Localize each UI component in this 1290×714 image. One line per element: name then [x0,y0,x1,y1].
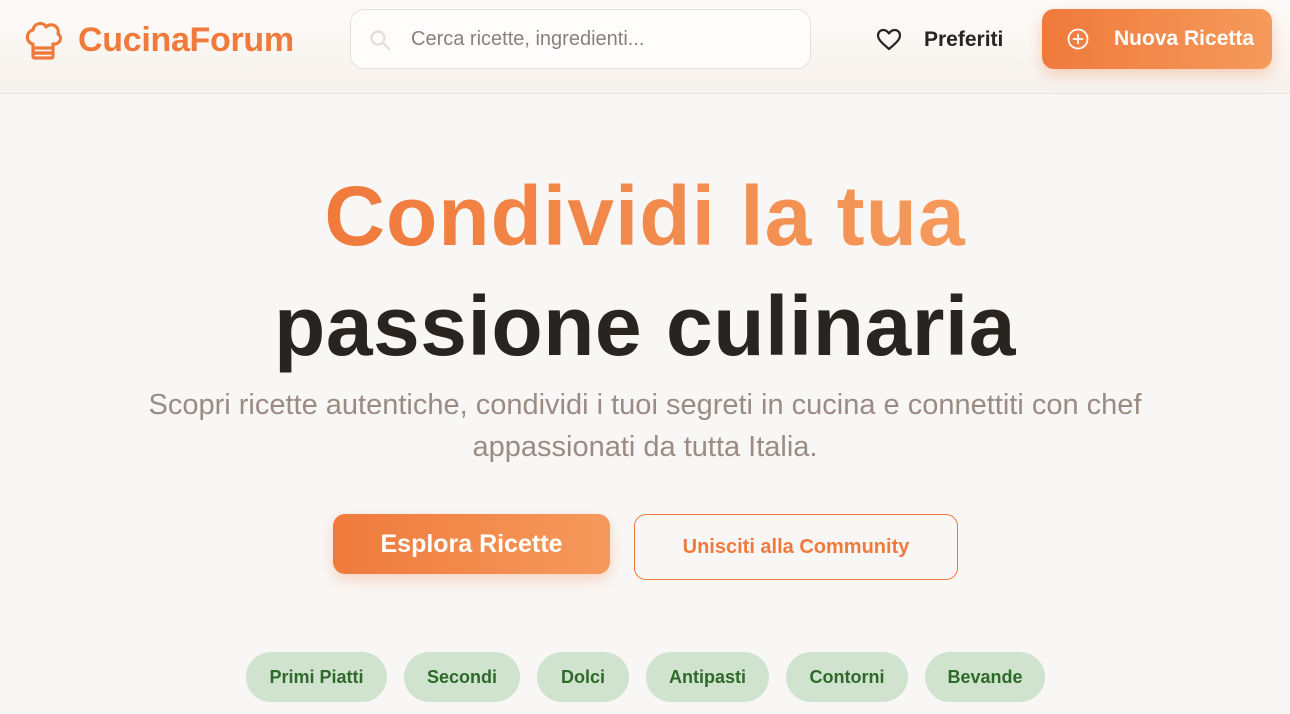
hero-title: Condividi la tua passione culinaria [0,170,1290,372]
new-recipe-button[interactable]: Nuova Ricetta [1042,9,1272,69]
category-chip-secondi[interactable]: Secondi [404,652,520,702]
heart-icon [876,28,902,51]
search-input[interactable] [411,10,801,68]
logo[interactable]: CucinaForum [22,18,294,62]
favorites-label: Preferiti [924,28,1004,51]
category-chip-antipasti[interactable]: Antipasti [646,652,769,702]
logo-text: CucinaForum [78,20,294,59]
hero-title-line1: Condividi la tua [324,169,966,263]
category-chip-bevande[interactable]: Bevande [925,652,1045,702]
category-chips: Primi Piatti Secondi Dolci Antipasti Con… [246,652,1045,702]
explore-recipes-button[interactable]: Esplora Ricette [333,514,610,574]
search-box [350,9,811,69]
category-chip-contorni[interactable]: Contorni [786,652,908,702]
new-recipe-label: Nuova Ricetta [1114,27,1255,50]
hero-subtitle: Scopri ricette autentiche, condividi i t… [148,389,1142,463]
category-chip-dolci[interactable]: Dolci [537,652,629,702]
hero-title-line2: passione culinaria [274,279,1016,373]
search-icon [370,30,391,51]
favorites-link[interactable]: Preferiti [876,22,1003,58]
category-chip-primi-piatti[interactable]: Primi Piatti [246,652,387,702]
plus-circle-icon [1067,28,1089,50]
chef-hat-icon [25,21,63,60]
join-community-button[interactable]: Unisciti alla Community [634,514,958,580]
top-navbar: CucinaForum Preferiti Nuova Ricetta [0,0,1290,94]
